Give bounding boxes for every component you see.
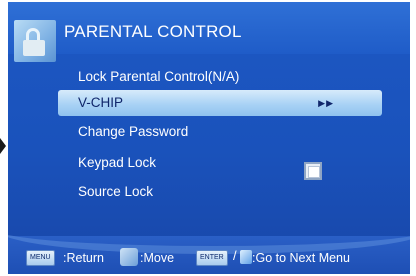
menu-key-icon: MENU [26, 250, 55, 266]
menu-item-source-lock[interactable]: Source Lock [58, 179, 382, 205]
menu-item-lock-parental-control[interactable]: Lock Parental Control(N/A) [58, 64, 382, 90]
submenu-arrow-icon: ▶▶ [318, 98, 334, 108]
return-hint: :Return [63, 251, 104, 265]
keypad-lock-checkbox[interactable] [304, 162, 322, 180]
ok-button-icon [240, 250, 252, 264]
next-menu-hint: :Go to Next Menu [252, 251, 350, 265]
dpad-icon [120, 248, 138, 266]
page-title: PARENTAL CONTROL [64, 22, 242, 41]
lock-icon [14, 20, 56, 62]
menu-item-label: Change Password [78, 124, 189, 139]
osd-screen: PARENTAL CONTROL Lock Parental Control(N… [8, 2, 410, 274]
menu-item-label: Lock Parental Control(N/A) [78, 69, 240, 84]
menu-item-label: Keypad Lock [78, 155, 157, 170]
left-pointer-arrow [0, 138, 6, 154]
move-hint: :Move [140, 251, 175, 265]
menu-item-keypad-lock[interactable]: Keypad Lock [58, 150, 382, 176]
menu-item-label: Source Lock [78, 184, 154, 199]
slash-separator: / [233, 248, 237, 263]
menu-item-v-chip[interactable]: V-CHIP ▶▶ [58, 90, 382, 116]
enter-key-icon: ENTER [196, 250, 228, 266]
menu-item-label: V-CHIP [78, 95, 124, 110]
menu-item-change-password[interactable]: Change Password [58, 119, 382, 145]
